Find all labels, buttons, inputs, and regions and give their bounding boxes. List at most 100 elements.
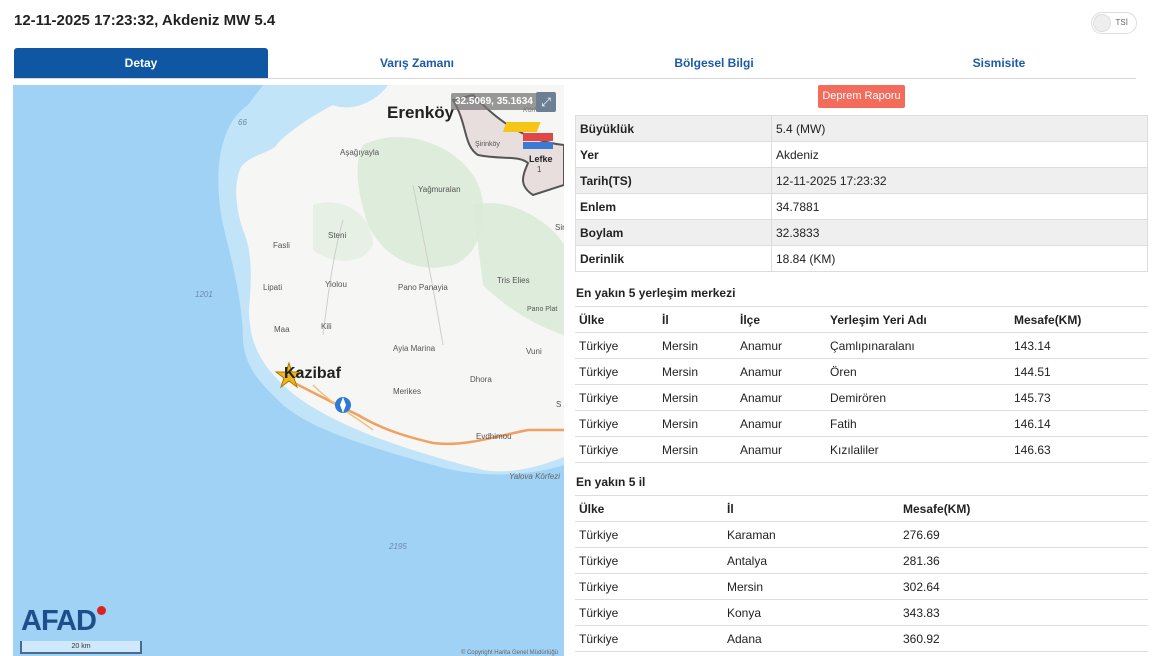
detail-key: Tarih(TS) xyxy=(575,167,772,194)
cell: Anamur xyxy=(736,436,826,463)
detail-key: Enlem xyxy=(575,193,772,220)
cell: 146.63 xyxy=(1010,436,1148,463)
detail-value: 5.4 (MW) xyxy=(771,115,1148,142)
column-header: İl xyxy=(723,495,899,522)
column-header: Mesafe(KM) xyxy=(899,495,1148,522)
tab-bolgesel-bilgi[interactable]: Bölgesel Bilgi xyxy=(566,48,862,78)
map-label-lipati: Lipati xyxy=(263,283,283,292)
scale-bar: 20 km xyxy=(20,641,142,654)
cell: Antalya xyxy=(723,547,899,574)
map-label-dhora: Dhora xyxy=(470,375,492,384)
detail-row: Enlem 34.7881 xyxy=(575,193,1148,220)
column-header: Ülke xyxy=(575,495,723,522)
detail-key: Büyüklük xyxy=(575,115,772,142)
nearest-settlements-table: Ülke İl İlçe Yerleşim Yeri Adı Mesafe(KM… xyxy=(575,306,1148,463)
cell: Mersin xyxy=(658,332,736,359)
detail-value: 18.84 (KM) xyxy=(771,245,1148,272)
expand-icon[interactable]: ⤢ xyxy=(536,92,556,112)
cell: Türkiye xyxy=(575,436,658,463)
map-depth-2195: 2195 xyxy=(389,542,407,551)
toggle-knob xyxy=(1093,14,1111,32)
detail-key: Boylam xyxy=(575,219,772,246)
cell: Türkiye xyxy=(575,573,723,600)
earthquake-report-button[interactable]: Deprem Raporu xyxy=(818,85,905,108)
detail-value: Akdeniz xyxy=(771,141,1148,168)
map-label-yagmuralan: Yağmuralan xyxy=(418,185,461,194)
map-label-kazibaf: Kazibaf xyxy=(284,365,341,382)
cell: Anamur xyxy=(736,410,826,437)
column-header: İl xyxy=(658,306,736,333)
cell: Türkiye xyxy=(575,358,658,385)
nearest-provinces-table: Ülke İl Mesafe(KM) Türkiye Karaman 276.69 … xyxy=(575,495,1148,652)
column-header: Mesafe(KM) xyxy=(1010,306,1148,333)
cell: Mersin xyxy=(658,358,736,385)
cell: Konya xyxy=(723,599,899,626)
map-label-asagiyayla: Aşağıyayla xyxy=(340,148,380,157)
cell: 143.14 xyxy=(1010,332,1148,359)
map-label-sirinkoy: Şirinköy xyxy=(475,141,500,148)
map-label-fasli: Fasli xyxy=(273,241,290,250)
afad-logo-dot xyxy=(97,606,106,615)
map-depth-66: 66 xyxy=(238,118,247,127)
cell: Demirören xyxy=(826,384,1010,411)
table-row: Türkiye Adana 360.92 xyxy=(575,625,1148,652)
cell: 276.69 xyxy=(899,521,1148,548)
cell: Türkiye xyxy=(575,599,723,626)
cell: Mersin xyxy=(658,410,736,437)
map-view[interactable]: Erenköy Kazibaf Lefke 1 Körfezi Aşağıyay… xyxy=(13,85,564,656)
map-label-vuni: Vuni xyxy=(526,347,542,356)
cell: Adana xyxy=(723,625,899,652)
afad-logo: AFAD xyxy=(21,605,97,637)
cell: Ören xyxy=(826,358,1010,385)
cell: Türkiye xyxy=(575,332,658,359)
map-label-sin: Sin xyxy=(555,223,564,232)
table-row: Türkiye Konya 343.83 xyxy=(575,599,1148,626)
tab-detay[interactable]: Detay xyxy=(14,48,268,78)
map-label-ayia-marina: Ayia Marina xyxy=(393,344,436,353)
map-label-lefke: Lefke xyxy=(529,154,553,164)
column-header: Yerleşim Yeri Adı xyxy=(826,306,1010,333)
table-header-row: Ülke İl Mesafe(KM) xyxy=(575,495,1148,522)
tab-sismisite[interactable]: Sismisite xyxy=(862,48,1136,78)
detail-row: Yer Akdeniz xyxy=(575,141,1148,168)
table-row: Türkiye Mersin Anamur Ören 144.51 xyxy=(575,358,1148,385)
cell: 302.64 xyxy=(899,573,1148,600)
table-row: Türkiye Antalya 281.36 xyxy=(575,547,1148,574)
map-label-yalova: Yalova Körfezi xyxy=(509,472,560,481)
cell: Türkiye xyxy=(575,625,723,652)
map-label-one: 1 xyxy=(537,165,542,174)
timezone-toggle[interactable]: TSİ xyxy=(1091,12,1137,34)
cell: 146.14 xyxy=(1010,410,1148,437)
page-title: 12-11-2025 17:23:32, Akdeniz MW 5.4 xyxy=(14,12,276,29)
detail-value: 34.7881 xyxy=(771,193,1148,220)
cell: Çamlıpınaralanı xyxy=(826,332,1010,359)
cell: Mersin xyxy=(723,573,899,600)
detail-row: Derinlik 18.84 (KM) xyxy=(575,245,1148,272)
detail-value: 12-11-2025 17:23:32 xyxy=(771,167,1148,194)
cell: Mersin xyxy=(658,436,736,463)
detail-value: 32.3833 xyxy=(771,219,1148,246)
column-header: Ülke xyxy=(575,306,658,333)
tab-varis-zamani[interactable]: Varış Zamanı xyxy=(268,48,566,78)
cell: 360.92 xyxy=(899,625,1148,652)
cell: 145.73 xyxy=(1010,384,1148,411)
cell: Türkiye xyxy=(575,521,723,548)
map-label-s: S xyxy=(556,400,562,409)
cell: 281.36 xyxy=(899,547,1148,574)
column-header: İlçe xyxy=(736,306,826,333)
map-label-pano-platres: Pano Plat xyxy=(527,306,558,313)
table-row: Türkiye Karaman 276.69 xyxy=(575,521,1148,548)
detail-row: Büyüklük 5.4 (MW) xyxy=(575,115,1148,142)
cell: Türkiye xyxy=(575,410,658,437)
map-label-pano-panayia: Pano Panayia xyxy=(398,283,448,292)
table-row: Türkiye Mersin Anamur Çamlıpınaralanı 143.14 xyxy=(575,332,1148,359)
table-row: Türkiye Mersin Anamur Kızılaliler 146.63 xyxy=(575,436,1148,463)
map-label-maa: Maa xyxy=(274,325,290,334)
map-depth-1201: 1201 xyxy=(195,290,213,299)
table-header-row: Ülke İl İlçe Yerleşim Yeri Adı Mesafe(KM… xyxy=(575,306,1148,333)
map-copyright: © Copyright Harita Genel Müdürlüğü xyxy=(460,650,558,656)
cell: Anamur xyxy=(736,358,826,385)
detail-table: Büyüklük 5.4 (MW) Yer Akdeniz Tarih(TS) 12-… xyxy=(575,115,1148,272)
toggle-label: TSİ xyxy=(1115,18,1128,27)
map-label-tris-elies: Tris Elies xyxy=(497,276,530,285)
